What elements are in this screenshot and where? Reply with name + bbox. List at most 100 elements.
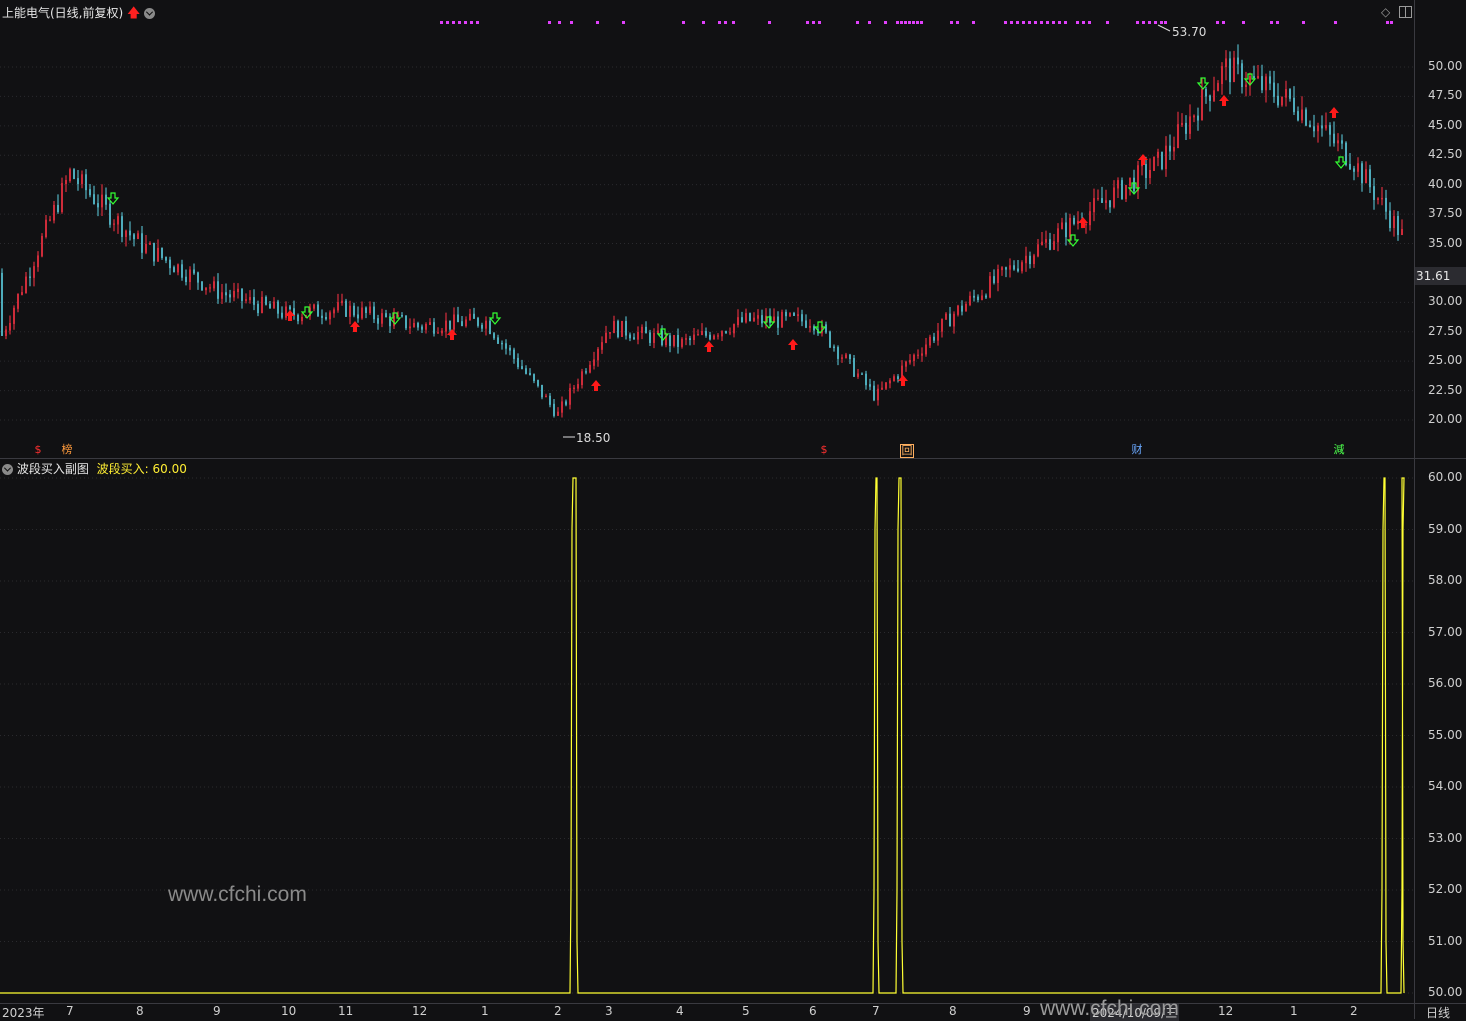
signal-marker [732,21,735,24]
buy-arrow-icon [447,329,457,340]
watermark: www.cfchi.com [1040,997,1179,1020]
time-tick-label: 8 [136,1004,144,1018]
signal-marker [1004,21,1007,24]
time-tick-label: 1 [481,1004,489,1018]
signal-marker [1010,21,1013,24]
signal-marker [916,21,919,24]
signal-marker [900,21,903,24]
event-badge: $ [820,443,828,456]
signal-marker [548,21,551,24]
time-tick-label: 5 [742,1004,750,1018]
signal-marker [856,21,859,24]
signal-marker [470,21,473,24]
signal-marker [972,21,975,24]
signal-marker [622,21,625,24]
axis-divider [1414,0,1415,1019]
indicator-tick-label: 58.00 [1428,573,1463,587]
signal-marker [1076,21,1079,24]
signal-marker [1034,21,1037,24]
buy-arrow-icon [1329,107,1339,118]
signal-marker [1216,21,1219,24]
signal-marker [1142,21,1145,24]
signal-marker [956,21,959,24]
signal-marker [818,21,821,24]
time-tick-label: 12 [412,1004,428,1018]
signal-marker [476,21,479,24]
time-tick-label: 3 [605,1004,613,1018]
time-tick-label: 2 [1350,1004,1358,1018]
signal-marker [908,21,911,24]
signal-marker [868,21,871,24]
signal-marker [1160,21,1163,24]
event-badge: 榜 [61,443,73,456]
signal-marker [596,21,599,24]
period-label[interactable]: 日线 [1426,1004,1450,1021]
event-badge: 回 [900,444,914,458]
sell-arrow-icon [488,312,502,325]
signal-marker [1082,21,1085,24]
price-tick-label: 35.00 [1428,235,1463,250]
signal-marker [440,21,443,24]
signal-marker [458,21,461,24]
time-tick-label: 2 [554,1004,562,1018]
signal-marker [718,21,721,24]
signal-marker [896,21,899,24]
signal-marker [1046,21,1049,24]
signal-marker [1270,21,1273,24]
time-tick-label: 9 [1023,1004,1031,1018]
indicator-tick-label: 59.00 [1428,521,1463,536]
signal-marker [1016,21,1019,24]
signal-marker [950,21,953,24]
signal-marker [1028,21,1031,24]
signal-marker [1386,21,1389,24]
indicator-tick-label: 56.00 [1428,676,1463,690]
buy-arrow-icon [704,341,714,352]
time-tick-label: 11 [338,1004,354,1018]
time-tick-label: 12 [1218,1004,1234,1018]
signal-marker [570,21,573,24]
time-tick-label: 8 [949,1004,957,1018]
signal-marker [1276,21,1279,24]
signal-marker [1148,21,1151,24]
signal-marker [446,21,449,24]
price-tick-label: 25.00 [1428,353,1463,368]
sell-arrow-icon [1334,156,1348,169]
event-badge: $ [34,443,42,456]
signal-marker [452,21,455,24]
signal-marker [682,21,685,24]
price-chart[interactable]: 53.70 18.50 [0,0,1414,458]
current-price-tag: 31.61 [1414,267,1466,285]
indicator-tick-label: 50.00 [1428,985,1463,999]
signal-marker [702,21,705,24]
signal-marker [912,21,915,24]
signal-marker [920,21,923,24]
signal-marker [1242,21,1245,24]
watermark: www.cfchi.com [168,883,307,906]
signal-marker [1052,21,1055,24]
time-tick-label: 9 [213,1004,221,1018]
signal-marker [724,21,727,24]
price-tick-label: 37.50 [1428,206,1463,221]
buy-arrow-icon [591,380,601,391]
indicator-tick-label: 55.00 [1428,727,1463,742]
low-price-label: 18.50 [576,431,610,445]
price-tick-label: 42.50 [1428,147,1463,162]
time-tick-label: 7 [66,1004,74,1018]
signal-marker [812,21,815,24]
price-tick-label: 30.00 [1428,294,1463,309]
indicator-chart[interactable] [0,459,1414,1004]
price-tick-label: 45.00 [1428,117,1463,132]
price-tick-label: 50.00 [1428,59,1463,73]
indicator-tick-label: 60.00 [1428,470,1463,484]
time-tick-label: 4 [676,1004,684,1018]
signal-marker [1088,21,1091,24]
signal-marker [768,21,771,24]
signal-marker [1058,21,1061,24]
signal-marker [1302,21,1305,24]
signal-marker [464,21,467,24]
indicator-tick-label: 53.00 [1428,830,1463,845]
signal-marker [1064,21,1067,24]
buy-signal-line [0,477,1405,994]
time-tick-label: 7 [872,1004,880,1018]
signal-marker [1164,21,1167,24]
